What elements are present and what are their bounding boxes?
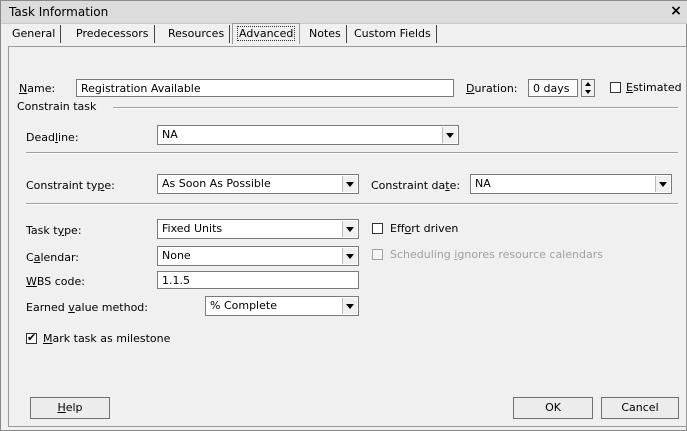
calendar-label: Calendar: — [26, 251, 79, 264]
milestone-label: Mark task as milestone — [43, 332, 171, 345]
divider-1 — [26, 152, 678, 154]
estimated-label: Estimated — [626, 81, 682, 94]
chevron-down-icon — [342, 298, 357, 314]
ok-button[interactable]: OK — [513, 397, 593, 419]
constraint-date-value: NA — [475, 177, 491, 190]
help-button[interactable]: Help — [30, 397, 110, 419]
tab-custom-fields[interactable]: Custom Fields — [349, 25, 437, 43]
chevron-down-icon — [342, 248, 357, 264]
help-button-label: elp — [65, 401, 83, 414]
constraint-date-label: Constraint date: — [371, 179, 461, 192]
calendar-select[interactable]: None — [157, 246, 359, 266]
cancel-button[interactable]: Cancel — [601, 397, 679, 419]
window-title: Task Information — [9, 5, 109, 19]
name-input[interactable]: Registration Available — [76, 79, 454, 97]
earned-value-label: Earned value method: — [26, 301, 148, 314]
chevron-down-icon — [342, 176, 357, 192]
tab-resources[interactable]: Resources — [163, 25, 231, 43]
constraint-type-select[interactable]: As Soon As Possible — [157, 174, 359, 194]
effort-driven-label: Effort driven — [390, 222, 459, 235]
close-icon[interactable]: × — [668, 3, 684, 19]
duration-label: Duration: — [466, 82, 518, 95]
name-label: Name: — [19, 82, 56, 95]
deadline-value: NA — [162, 128, 178, 141]
deadline-label: Deadline: — [26, 131, 79, 144]
chevron-down-icon — [342, 221, 357, 237]
duration-input[interactable]: 0 days — [528, 79, 578, 97]
tab-predecessors[interactable]: Predecessors — [71, 25, 155, 43]
chevron-down-icon — [655, 176, 670, 192]
earned-value-select[interactable]: % Complete — [205, 296, 359, 316]
constraint-type-label: Constraint type: — [26, 179, 115, 192]
task-information-dialog: Task Information × General Predecessors … — [0, 0, 687, 431]
wbs-code-label: WBS code: — [26, 275, 85, 288]
task-type-value: Fixed Units — [162, 222, 223, 235]
constraint-type-value: As Soon As Possible — [162, 177, 271, 190]
constrain-task-heading: Constrain task — [17, 100, 97, 113]
earned-value-value: % Complete — [210, 299, 277, 312]
spin-down-icon — [585, 90, 591, 94]
estimated-checkbox[interactable] — [610, 82, 621, 93]
tab-notes[interactable]: Notes — [304, 25, 347, 43]
help-button-key: H — [57, 401, 66, 414]
chevron-down-icon — [442, 127, 457, 143]
tab-general[interactable]: General — [7, 25, 62, 43]
divider-2 — [26, 203, 678, 205]
task-type-select[interactable]: Fixed Units — [157, 219, 359, 239]
scheduling-ignores-label: Scheduling ignores resource calendars — [390, 248, 603, 261]
calendar-value: None — [162, 249, 191, 262]
deadline-select[interactable]: NA — [157, 125, 459, 145]
spin-up-icon — [585, 82, 591, 86]
milestone-checkbox[interactable]: ✔ — [26, 331, 37, 344]
title-bar: Task Information × — [1, 1, 687, 24]
tab-advanced[interactable]: Advanced — [232, 23, 301, 44]
wbs-code-input[interactable]: 1.1.5 — [157, 271, 359, 289]
duration-spinner[interactable] — [581, 79, 595, 97]
scheduling-ignores-checkbox — [372, 249, 383, 260]
constrain-task-divider — [113, 107, 678, 109]
constraint-date-select[interactable]: NA — [470, 174, 672, 194]
effort-driven-checkbox[interactable] — [372, 223, 383, 234]
tab-advanced-label: Advanced — [236, 26, 296, 41]
checkmark-icon: ✔ — [27, 331, 37, 344]
task-type-label: Task type: — [26, 224, 82, 237]
